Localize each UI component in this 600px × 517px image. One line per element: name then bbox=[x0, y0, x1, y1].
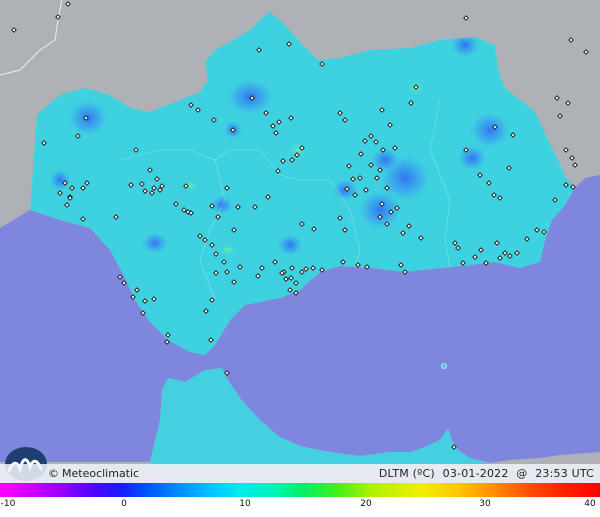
map-canvas bbox=[0, 0, 600, 517]
date-label: 03-01-2022 bbox=[442, 467, 509, 480]
cold-spot bbox=[331, 178, 359, 202]
at-symbol: @ bbox=[516, 467, 528, 480]
color-scale-bar bbox=[0, 483, 600, 497]
scale-tick: 40 bbox=[584, 499, 596, 509]
cold-spot bbox=[224, 77, 276, 117]
time-label: 23:53 UTC bbox=[535, 467, 594, 480]
info-bar: © Meteoclimatic DLTM (ºC) 03-01-2022 @ 2… bbox=[0, 464, 600, 483]
color-scale: -10 0 10 20 30 40 bbox=[0, 483, 600, 517]
brand-name[interactable]: Meteoclimatic bbox=[62, 467, 139, 480]
warm-spot bbox=[219, 243, 237, 257]
cold-spot bbox=[141, 231, 169, 255]
cold-spot bbox=[456, 144, 488, 172]
copyright-icon: © bbox=[48, 466, 59, 480]
scale-tick: 20 bbox=[360, 499, 372, 509]
scale-tick: 30 bbox=[479, 499, 491, 509]
cold-spot bbox=[48, 168, 72, 192]
variable-label: DLTM (ºC) bbox=[378, 467, 435, 480]
scale-tick: 0 bbox=[121, 499, 127, 509]
cold-spot bbox=[468, 110, 512, 150]
brand-credit: © Meteoclimatic bbox=[48, 467, 139, 480]
temperature-map: © Meteoclimatic DLTM (ºC) 03-01-2022 @ 2… bbox=[0, 0, 600, 517]
cold-spot bbox=[276, 233, 304, 257]
scale-tick: -10 bbox=[0, 499, 16, 509]
scale-tick: 10 bbox=[239, 499, 251, 509]
map-timestamp: DLTM (ºC) 03-01-2022 @ 23:53 UTC bbox=[379, 467, 594, 480]
alboran-island bbox=[441, 363, 447, 369]
